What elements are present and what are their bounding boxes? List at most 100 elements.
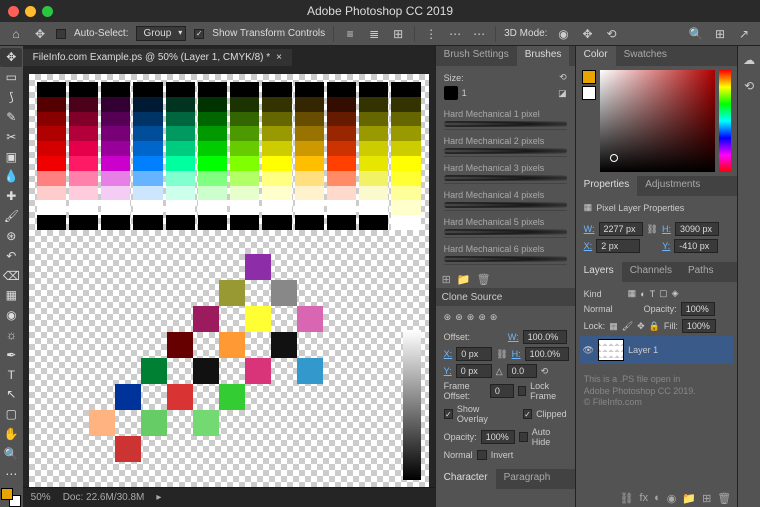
brush-item[interactable]: Hard Mechanical 1 pixel xyxy=(444,103,567,130)
new-layer-icon[interactable]: ⊞ xyxy=(702,492,711,505)
tab-channels[interactable]: Channels xyxy=(622,262,680,282)
lasso-tool[interactable]: ⟆ xyxy=(0,88,22,107)
lock-paint-icon[interactable]: 🖌 xyxy=(622,321,633,332)
tab-character[interactable]: Character xyxy=(436,469,496,489)
lock-all-icon[interactable]: 🔒 xyxy=(649,321,660,332)
frame-tool[interactable]: ▣ xyxy=(0,147,22,166)
gradient-tool[interactable]: ▦ xyxy=(0,286,22,305)
filter-adjust-icon[interactable]: ◐ xyxy=(640,289,645,299)
hue-slider[interactable] xyxy=(719,70,731,172)
lock-frame-checkbox[interactable] xyxy=(518,386,526,396)
move-tool[interactable]: ✥ xyxy=(0,48,22,67)
status-arrow-icon[interactable]: ▸ xyxy=(156,492,161,503)
fg-swatch[interactable] xyxy=(582,70,596,84)
tab-paths[interactable]: Paths xyxy=(680,262,722,282)
overlay-mode-select[interactable]: Normal xyxy=(444,450,473,460)
group-icon[interactable]: 📁 xyxy=(682,492,696,505)
h-label[interactable]: H: xyxy=(512,349,521,359)
frame-offset-field[interactable] xyxy=(490,384,514,398)
close-window[interactable] xyxy=(8,6,19,17)
zoom-tool[interactable]: 🔍 xyxy=(0,445,22,464)
brush-item[interactable]: Hard Mechanical 5 pixels xyxy=(444,211,567,238)
brush-list[interactable]: Hard Mechanical 1 pixelHard Mechanical 2… xyxy=(444,103,567,265)
invert-checkbox[interactable] xyxy=(477,450,487,460)
y-field[interactable] xyxy=(456,364,492,378)
adjustment-icon[interactable]: ◉ xyxy=(667,492,677,505)
fill-field[interactable] xyxy=(682,319,716,333)
filter-pixel-icon[interactable]: ▦ xyxy=(628,288,637,299)
shape-tool[interactable]: ▢ xyxy=(0,405,22,424)
dodge-tool[interactable]: ☼ xyxy=(0,326,22,345)
lock-pos-icon[interactable]: ✥ xyxy=(637,321,645,332)
autohide-checkbox[interactable] xyxy=(519,432,528,442)
canvas[interactable] xyxy=(29,74,429,487)
tab-properties[interactable]: Properties xyxy=(576,176,638,196)
brush-tool[interactable]: 🖌 xyxy=(0,207,22,226)
filter-smart-icon[interactable]: ◈ xyxy=(672,288,679,299)
share-icon[interactable]: ↗ xyxy=(736,26,752,42)
prop-y-label[interactable]: Y: xyxy=(662,241,670,251)
align-icon[interactable]: ≣ xyxy=(366,26,382,42)
opacity-field[interactable] xyxy=(481,430,515,444)
prop-x-field[interactable] xyxy=(596,239,640,253)
prop-w-field[interactable] xyxy=(599,222,643,236)
crop-tool[interactable]: ✂ xyxy=(0,127,22,146)
prop-y-field[interactable] xyxy=(674,239,718,253)
orbit-icon[interactable]: ◉ xyxy=(555,26,571,42)
brush-item[interactable]: Hard Mechanical 6 pixels xyxy=(444,238,567,265)
foreground-color[interactable] xyxy=(1,488,13,500)
clone-slot-1[interactable]: ⊛ xyxy=(444,312,452,323)
edit-toolbar[interactable]: ⋯ xyxy=(0,464,22,483)
align-icon[interactable]: ≡ xyxy=(342,26,358,42)
w-label[interactable]: W: xyxy=(508,332,519,342)
prop-h-label[interactable]: H: xyxy=(662,224,671,234)
doc-size[interactable]: Doc: 22.6M/30.8M xyxy=(63,492,145,503)
distribute-icon[interactable]: ⋯ xyxy=(447,26,463,42)
align-icon[interactable]: ⊞ xyxy=(390,26,406,42)
brush-preview-icon[interactable] xyxy=(444,86,458,100)
reset-icon[interactable]: ⟲ xyxy=(541,366,549,377)
prop-h-field[interactable] xyxy=(675,222,719,236)
lock-trans-icon[interactable]: ▦ xyxy=(609,321,618,332)
layer-opacity-field[interactable] xyxy=(681,302,715,316)
show-overlay-checkbox[interactable] xyxy=(444,409,453,419)
flip-icon[interactable]: ⟲ xyxy=(559,72,567,83)
maximize-window[interactable] xyxy=(42,6,53,17)
color-swatches[interactable] xyxy=(1,488,21,507)
marquee-tool[interactable]: ▭ xyxy=(0,68,22,87)
layer-thumbnail[interactable] xyxy=(598,339,624,361)
close-tab-icon[interactable]: × xyxy=(276,52,282,63)
toggle-preview-icon[interactable]: ◪ xyxy=(558,88,567,99)
pan-icon[interactable]: ✥ xyxy=(579,26,595,42)
clone-slot-2[interactable]: ⊛ xyxy=(455,312,463,323)
home-icon[interactable]: ⌂ xyxy=(8,26,24,42)
tab-paragraph[interactable]: Paragraph xyxy=(496,469,559,489)
brush-item[interactable]: Hard Mechanical 3 pixels xyxy=(444,157,567,184)
bg-swatch[interactable] xyxy=(582,86,596,100)
autoselect-checkbox[interactable] xyxy=(56,29,66,39)
history-brush-tool[interactable]: ↶ xyxy=(0,246,22,265)
brush-item[interactable]: Hard Mechanical 4 pixels xyxy=(444,184,567,211)
mask-icon[interactable]: ◐ xyxy=(654,492,661,505)
document-tab[interactable]: FileInfo.com Example.ps @ 50% (Layer 1, … xyxy=(23,49,292,66)
w-field[interactable] xyxy=(523,330,567,344)
link-wh-icon[interactable]: ⛓ xyxy=(647,224,658,235)
prop-w-label[interactable]: W: xyxy=(584,224,595,234)
tab-color[interactable]: Color xyxy=(576,46,616,66)
healing-tool[interactable]: ✚ xyxy=(0,187,22,206)
clipped-checkbox[interactable] xyxy=(523,409,532,419)
new-brush-icon[interactable]: ⊞ xyxy=(442,273,451,286)
dolly-icon[interactable]: ⟲ xyxy=(603,26,619,42)
x-label[interactable]: X: xyxy=(444,349,453,359)
type-tool[interactable]: T xyxy=(0,365,22,384)
link-icon[interactable]: ⛓ xyxy=(496,349,507,360)
clone-slot-5[interactable]: ⊛ xyxy=(490,312,498,323)
y-label[interactable]: Y: xyxy=(444,366,452,376)
blur-tool[interactable]: ◉ xyxy=(0,306,22,325)
zoom-value[interactable]: 50% xyxy=(31,492,51,503)
delete-layer-icon[interactable]: 🗑 xyxy=(717,492,731,505)
blend-mode-select[interactable]: Normal xyxy=(584,304,640,314)
libraries-icon[interactable]: ☁ xyxy=(741,52,757,68)
layer-name[interactable]: Layer 1 xyxy=(628,345,658,355)
pen-tool[interactable]: ✒ xyxy=(0,345,22,364)
